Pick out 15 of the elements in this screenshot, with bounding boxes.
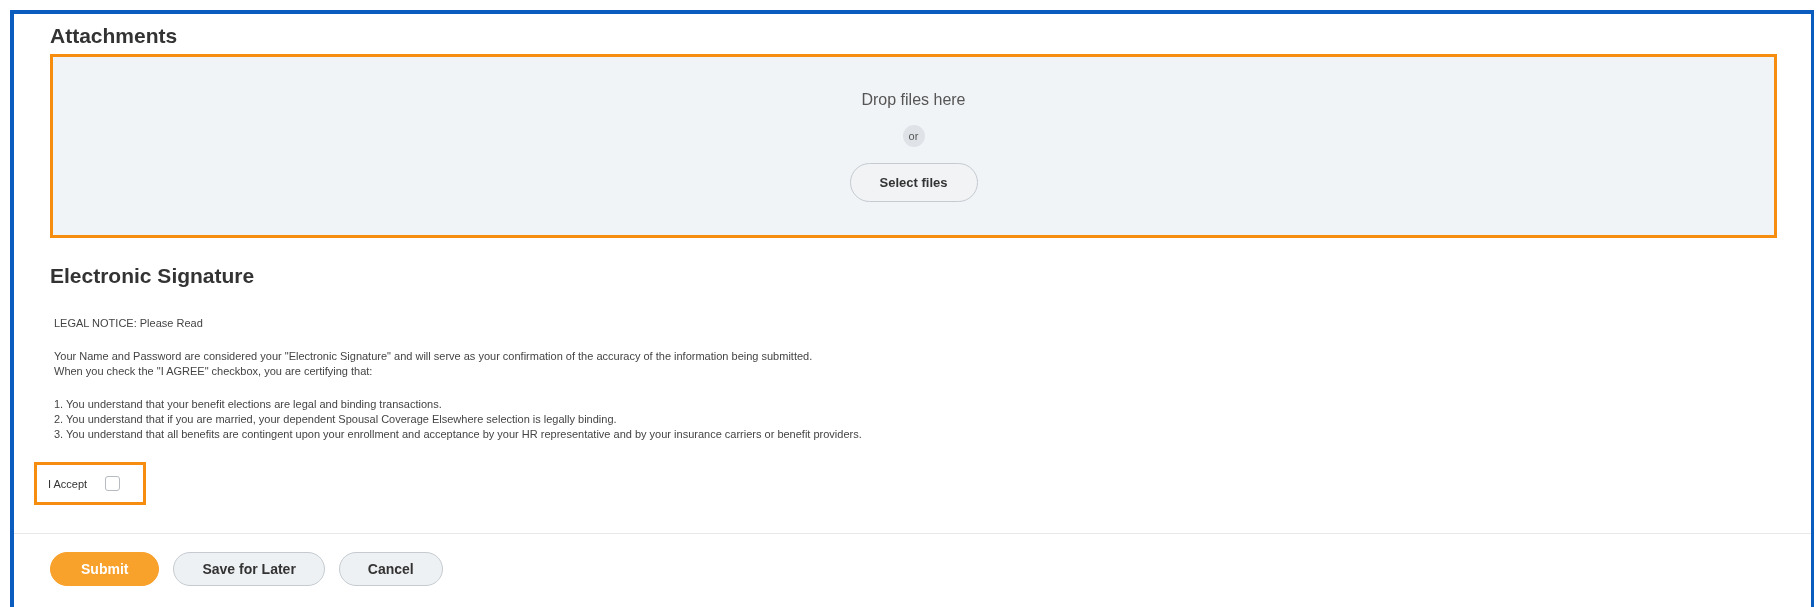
action-button[interactable]: Cancel [338, 552, 443, 586]
file-drop-zone[interactable]: Drop files here or Select files [50, 54, 1777, 238]
notice-text: When you check the "I AGREE" checkbox, you are certifying that: [54, 364, 374, 379]
section-title: Attachments [50, 24, 178, 48]
select-files-button[interactable]: Select files [849, 163, 978, 202]
action-button[interactable]: Save for Later [173, 552, 325, 586]
checkbox-label: I Accept [48, 477, 88, 490]
notice-text: LEGAL NOTICE: Please Read [54, 316, 204, 331]
drop-hint: Drop files here [861, 91, 966, 109]
notice-text: 3. You understand that all benefits are contingent upon your enrollment and acceptance by your HR representative and by your insurance carriers or benefit providers. [54, 427, 863, 442]
notice-text: 1. You understand that your benefit elections are legal and binding transactions. [54, 397, 443, 412]
accept-checkbox[interactable] [105, 476, 121, 491]
notice-text: 2. You understand that if you are married, your dependent Spousal Coverage Elsewhere selection is legally binding. [54, 412, 618, 427]
notice-text: Your Name and Password are considered your "Electronic Signature" and will serve as your confirmation of the accuracy of the information being submitted. [54, 349, 814, 364]
section-title: Electronic Signature [50, 264, 255, 288]
